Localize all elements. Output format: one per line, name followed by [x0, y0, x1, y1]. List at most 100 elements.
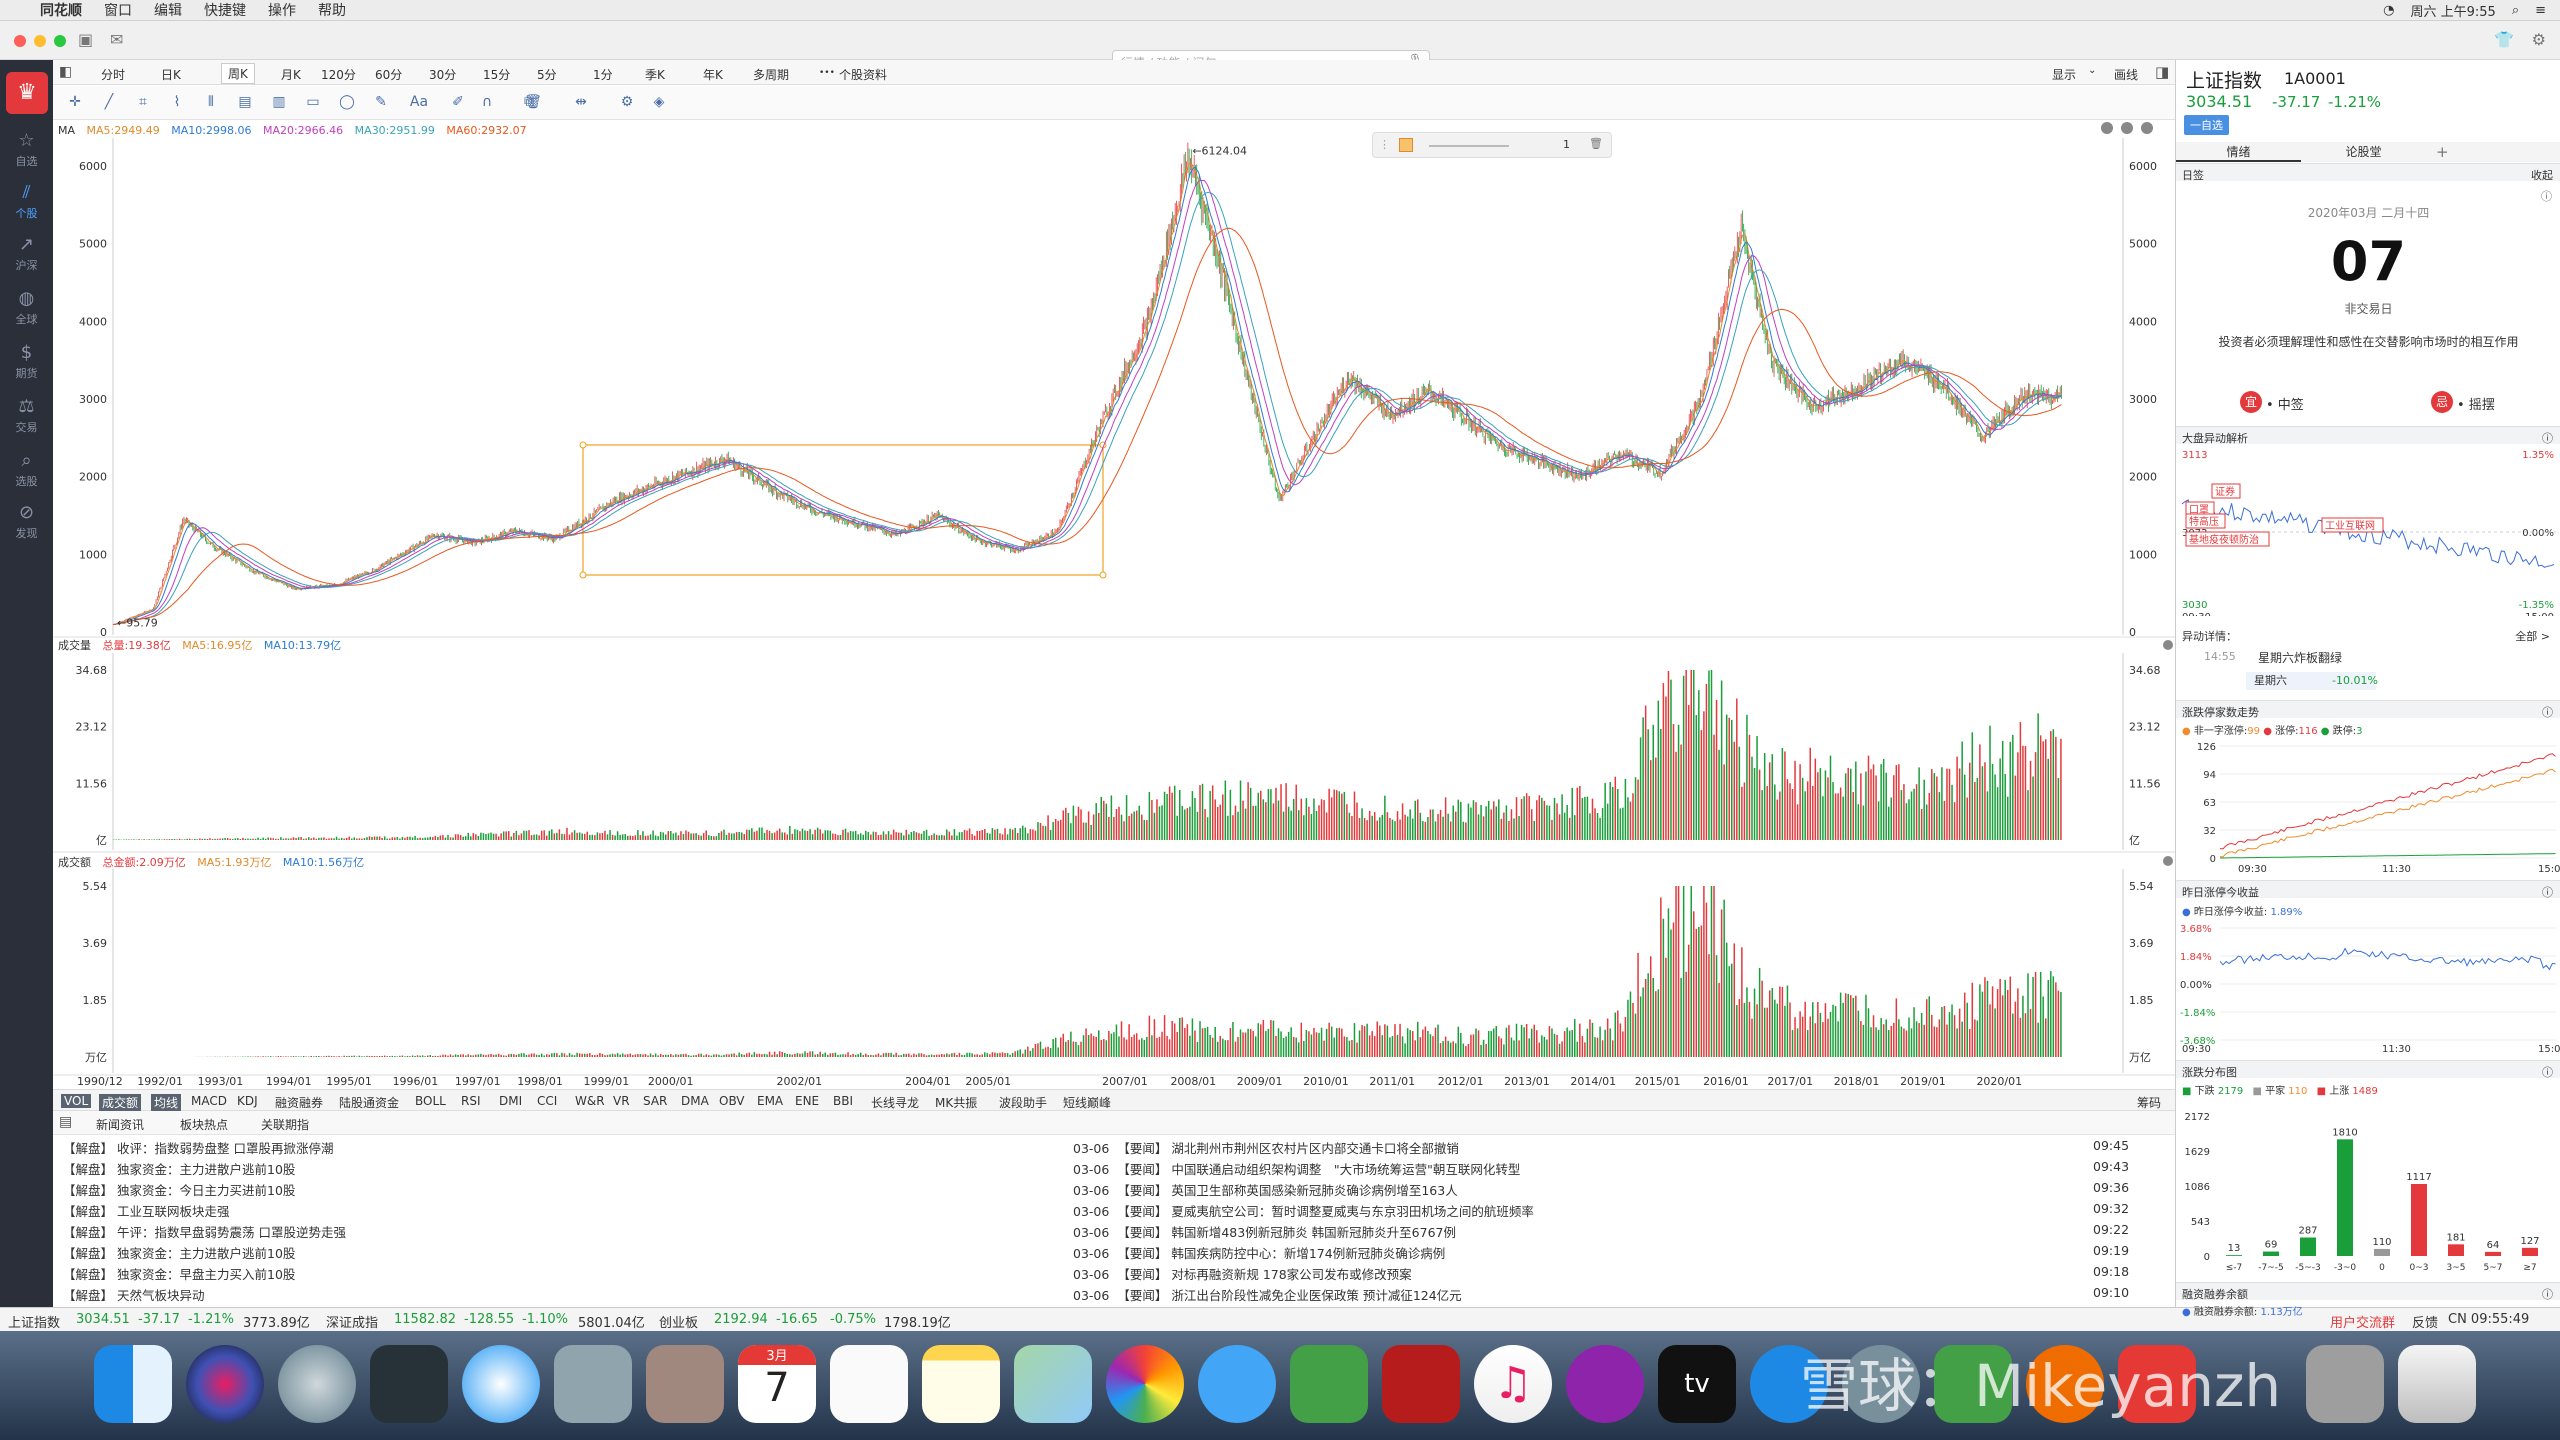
swap-icon[interactable]: ⇹: [571, 94, 591, 112]
news-item[interactable]: 03-06 【要闻】 韩国新增483例新冠肺炎 韩国新冠肺炎升至6767例: [1073, 1222, 1456, 1243]
abnormal-event[interactable]: 星期六炸板翻绿: [2258, 649, 2342, 666]
period-tab[interactable]: 周K: [221, 63, 255, 84]
indicator-tab[interactable]: 成交额: [99, 1094, 142, 1111]
info-icon[interactable]: ⓘ: [2542, 884, 2553, 900]
siri-icon[interactable]: [186, 1345, 264, 1423]
news-layout-icon[interactable]: ▤: [59, 1114, 72, 1130]
indicator-tab[interactable]: 长线寻龙: [871, 1094, 919, 1111]
brush-icon[interactable]: ✐: [448, 94, 468, 112]
sidebar-item-favorites[interactable]: ☆ 自选: [0, 124, 53, 172]
close-icon[interactable]: [2141, 122, 2153, 134]
abn-tag[interactable]: 特高压: [2185, 513, 2226, 529]
chip-distribution-tab[interactable]: 筹码: [2137, 1094, 2161, 1111]
period-tab[interactable]: 月K: [281, 66, 301, 83]
preview-icon[interactable]: [554, 1345, 632, 1423]
indicator-tab[interactable]: 波段助手: [999, 1094, 1047, 1111]
sidebar-item-discover[interactable]: ⊘ 发现: [0, 496, 53, 544]
rect-select-icon[interactable]: ⌗: [133, 94, 153, 112]
info-icon[interactable]: ⓘ: [2542, 704, 2553, 720]
zoom-button[interactable]: [54, 35, 66, 47]
skin-icon[interactable]: 👕: [2494, 30, 2514, 49]
display-menu[interactable]: 显示: [2052, 66, 2076, 83]
tab-related-futures[interactable]: 关联期指: [261, 1116, 309, 1133]
news-item[interactable]: 03-06 【要闻】 英国卫生部称英国感染新冠肺炎确诊病例增至163人: [1073, 1180, 1458, 1201]
chevron-down-icon[interactable]: ⌄: [2088, 65, 2096, 76]
indicator-tab[interactable]: 融资融券: [275, 1094, 323, 1111]
indicator-tab[interactable]: W&R: [575, 1094, 605, 1108]
selection-handle[interactable]: [579, 441, 587, 449]
delete-icon[interactable]: 🗑: [523, 94, 543, 112]
music-icon[interactable]: ♫: [1474, 1345, 1552, 1423]
indicator-tab[interactable]: BOLL: [415, 1094, 446, 1108]
reminders-icon[interactable]: [830, 1345, 908, 1423]
selection-handle[interactable]: [1099, 571, 1107, 579]
news-item[interactable]: 【解盘】 午评：指数早盘弱势震荡 口罩股逆势走强: [63, 1222, 346, 1243]
screenshot-icon[interactable]: ▣: [78, 30, 93, 49]
indicator-tab[interactable]: 均线: [151, 1094, 182, 1111]
indicator-tab[interactable]: 陆股通资金: [339, 1094, 399, 1111]
tab-forum[interactable]: 论股堂: [2301, 142, 2426, 162]
apple-tv-icon[interactable]: tv: [1658, 1345, 1736, 1423]
contacts-icon[interactable]: [646, 1345, 724, 1423]
indicator-tab[interactable]: DMA: [681, 1094, 709, 1108]
status-cy-name[interactable]: 创业板: [659, 1312, 698, 1331]
limit-trend-chart[interactable]: 126946332009:3011:3015:00: [2176, 738, 2560, 878]
trash-dock-icon[interactable]: [2398, 1345, 2476, 1423]
ellipse-tool-icon[interactable]: ◯: [337, 94, 357, 112]
info-icon[interactable]: ⓘ: [2542, 1286, 2553, 1302]
indicator-tab[interactable]: DMI: [499, 1094, 522, 1108]
photos-icon[interactable]: [1106, 1345, 1184, 1423]
news-item[interactable]: 03-06 【要闻】 湖北荆州市荆州区农村片区内部交通卡口将全部撤销: [1073, 1138, 1459, 1159]
calendar-icon[interactable]: 3月 7: [738, 1345, 816, 1423]
indicator-tab[interactable]: MACD: [191, 1094, 227, 1108]
downloads-icon[interactable]: [2306, 1345, 2384, 1423]
abn-tag[interactable]: 工业互联网: [2321, 517, 2384, 533]
news-item[interactable]: 【解盘】 独家资金：主力进散户逃前10股: [63, 1159, 295, 1180]
info-icon[interactable]: ⓘ: [2542, 1064, 2553, 1080]
indicator-tab[interactable]: VR: [613, 1094, 630, 1108]
period-tab[interactable]: 5分: [537, 66, 557, 83]
news-item[interactable]: 【解盘】 独家资金：主力进散户逃前10股: [63, 1243, 295, 1264]
parallel-tool-icon[interactable]: ⫴: [201, 94, 221, 112]
add-tab-icon[interactable]: +: [2426, 142, 2560, 162]
kline-chart[interactable]: 0 01000 10002000 20003000 30004000 40005000 50…: [53, 120, 2175, 1089]
feedback-link[interactable]: 反馈: [2412, 1312, 2438, 1331]
news-item[interactable]: 【解盘】 天然气板块异动: [63, 1285, 205, 1306]
indicator-tab[interactable]: ENE: [795, 1094, 819, 1108]
menu-window[interactable]: 窗口: [104, 0, 132, 20]
minus-icon[interactable]: [2101, 122, 2113, 134]
indicator-tab[interactable]: CCI: [537, 1094, 557, 1108]
period-tab[interactable]: 120分: [321, 66, 356, 83]
indicator-tab[interactable]: BBI: [833, 1094, 853, 1108]
sidebar-item-futures[interactable]: $ 期货: [0, 336, 53, 384]
news-item[interactable]: 03-06 【要闻】 韩国疾病防控中心：新增174例新冠肺炎确诊病例: [1073, 1243, 1445, 1264]
maps-icon[interactable]: [1014, 1345, 1092, 1423]
menu-shortcut[interactable]: 快捷键: [204, 0, 246, 20]
period-tab[interactable]: 日K: [161, 66, 181, 83]
photo-booth-icon[interactable]: [1382, 1345, 1460, 1423]
rect-tool-icon[interactable]: ▭: [303, 94, 323, 112]
facetime-icon[interactable]: [1290, 1345, 1368, 1423]
user-group-link[interactable]: 用户交流群: [2330, 1312, 2395, 1331]
period-tab[interactable]: 1分: [593, 66, 613, 83]
spotlight-icon[interactable]: ⌕: [2512, 3, 2519, 18]
indicator-tab[interactable]: EMA: [757, 1094, 783, 1108]
news-item[interactable]: 【解盘】 独家资金：早盘主力买入前10股: [63, 1264, 295, 1285]
abnormal-day-chip[interactable]: 星期六 -10.01%: [2246, 672, 2378, 690]
magnet-icon[interactable]: ∩: [477, 94, 497, 112]
period-tab[interactable]: 30分: [429, 66, 456, 83]
news-item[interactable]: 03-06 【要闻】 浙江出台阶段性减免企业医保政策 预计减征124亿元: [1073, 1285, 1462, 1306]
more-periods-icon[interactable]: •••: [819, 68, 835, 78]
collapse-button[interactable]: 收起: [2531, 167, 2553, 183]
draw-line-button[interactable]: 画线: [2114, 66, 2138, 83]
period-tab[interactable]: 个股资料: [839, 66, 887, 83]
period-tab[interactable]: 60分: [375, 66, 402, 83]
settings-icon[interactable]: ⚙: [2532, 30, 2546, 49]
period-tab[interactable]: 年K: [703, 66, 723, 83]
mail-icon[interactable]: ✉: [110, 30, 123, 49]
safari-icon[interactable]: [462, 1345, 540, 1423]
indicator-tab[interactable]: VOL: [61, 1094, 92, 1108]
up-icon[interactable]: [2121, 122, 2133, 134]
pen-tool-icon[interactable]: ✎: [371, 94, 391, 112]
close-button[interactable]: [14, 35, 26, 47]
